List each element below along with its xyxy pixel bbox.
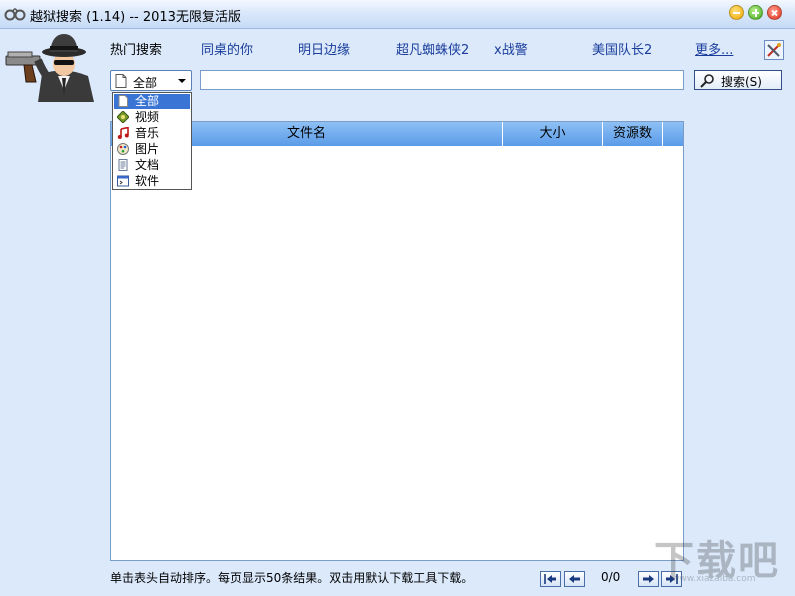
tools-button[interactable] [764,40,784,60]
hot-search-link[interactable]: 超凡蜘蛛侠2 [396,39,469,58]
dropdown-option-software[interactable]: 软件 [114,174,190,189]
column-header-size[interactable]: 大小 [503,122,603,146]
text-document-icon [118,159,128,171]
chevron-down-icon [178,79,186,83]
status-text: 单击表头自动排序。每页显示50条结果。双击用默认下载工具下载。 [110,571,474,585]
dropdown-option-music[interactable]: 音乐 [114,126,190,141]
dropdown-option-all[interactable]: 全部 [114,94,190,109]
category-select[interactable]: 全部 [110,70,192,91]
music-note-icon [117,127,129,139]
category-dropdown-list: 全部 视频 音乐 图片 文档 软件 [112,92,192,190]
results-header: 文件名 大小 资源数 [111,122,683,146]
document-icon [118,95,128,107]
tools-icon [767,43,781,57]
results-table[interactable]: 文件名 大小 资源数 [110,121,684,561]
title-bar[interactable]: 越狱搜索 (1.14) -- 2013无限复活版 [0,0,795,29]
dropdown-option-picture[interactable]: 图片 [114,142,190,157]
minimize-button[interactable] [729,5,744,20]
close-button[interactable] [767,5,782,20]
hot-search-link[interactable]: 同桌的你 [201,39,253,58]
hot-search-label: 热门搜索 [110,43,163,58]
app-window: 越狱搜索 (1.14) -- 2013无限复活版 热门搜索 同桌的你 明日边缘 … [0,0,795,596]
search-button-label: 搜索(S) [721,75,762,89]
detective-gun-mascot-icon [5,34,94,102]
first-page-button[interactable] [540,571,561,587]
hot-search-link[interactable]: x战警 [494,39,528,58]
handcuffs-icon [4,8,26,21]
search-input[interactable] [200,70,684,90]
maximize-button[interactable] [748,5,763,20]
arrow-left-icon [569,575,580,583]
dropdown-option-video[interactable]: 视频 [114,110,190,125]
video-icon [117,111,129,123]
more-hot-searches-link[interactable]: 更多... [695,39,733,58]
document-icon [115,74,127,88]
hot-search-link[interactable]: 美国队长2 [592,39,652,58]
search-icon [700,74,714,88]
picture-icon [117,143,129,155]
watermark-url: www.xiazaiba.com [672,574,756,584]
dropdown-option-document[interactable]: 文档 [114,158,190,173]
hot-search-link[interactable]: 明日边缘 [298,39,350,58]
software-icon [117,175,129,187]
category-selected-value: 全部 [133,76,158,90]
page-indicator: 0/0 [601,570,621,584]
first-page-icon [544,574,556,584]
column-header-source-count[interactable]: 资源数 [603,122,663,146]
previous-page-button[interactable] [564,571,585,587]
search-button[interactable]: 搜索(S) [694,70,782,90]
watermark: 下载吧 www.xiazaiba.com [654,528,790,590]
window-title: 越狱搜索 (1.14) -- 2013无限复活版 [30,10,241,25]
